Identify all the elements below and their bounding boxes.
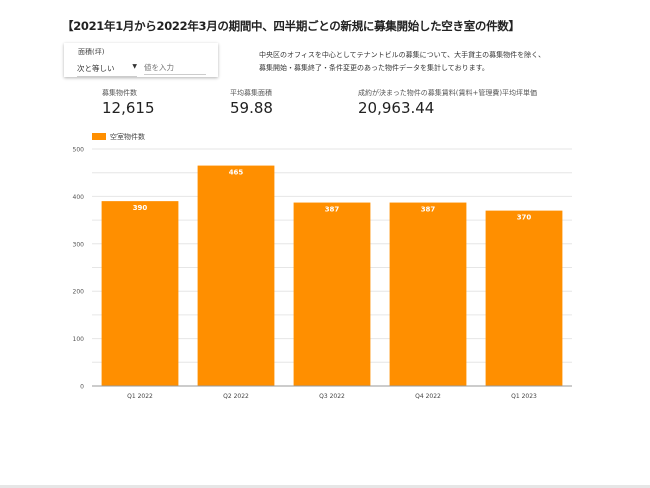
bar [485, 210, 563, 386]
y-tick-label: 300 [73, 241, 85, 248]
x-tick-label: Q4 2022 [415, 393, 441, 400]
bar [197, 165, 275, 386]
y-tick-label: 200 [73, 289, 85, 296]
bar [389, 202, 467, 386]
bar [293, 202, 371, 386]
data-label: 370 [517, 214, 532, 222]
bar [101, 201, 179, 386]
x-tick-label: Q1 2023 [511, 393, 537, 400]
y-tick-label: 400 [73, 194, 85, 201]
x-tick-label: Q3 2022 [319, 393, 345, 400]
y-tick-label: 0 [80, 384, 84, 391]
data-label: 387 [325, 206, 340, 214]
bar-chart: 0 100 200 300 400 500 390 Q1 2022 465 Q2 2022 387 Q… [73, 132, 572, 400]
x-tick-label: Q1 2022 [127, 393, 153, 400]
legend-label: 空室物件数 [110, 132, 145, 141]
data-label: 390 [133, 204, 148, 212]
x-tick-label: Q2 2022 [223, 393, 249, 400]
legend-swatch [92, 133, 106, 140]
data-label: 465 [229, 169, 244, 177]
y-tick-label: 100 [73, 336, 85, 343]
data-label: 387 [421, 206, 436, 214]
y-tick-label: 500 [73, 147, 85, 154]
